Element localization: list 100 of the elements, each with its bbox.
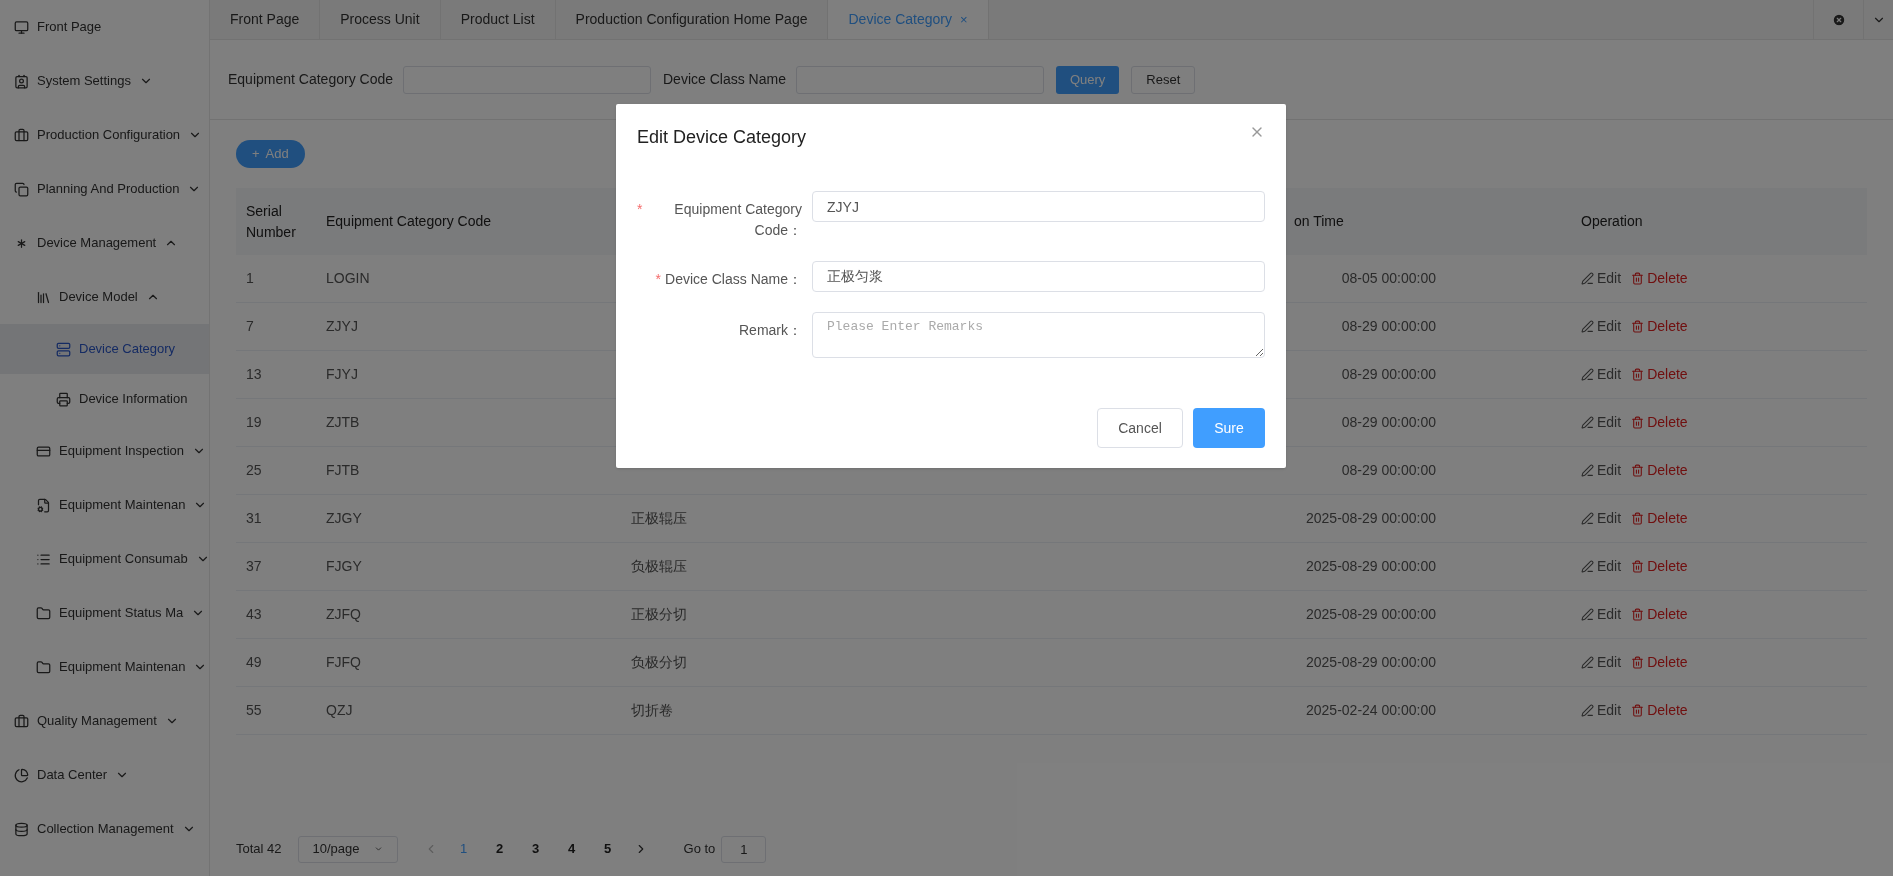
total-count: Total 42 — [236, 840, 282, 859]
required-mark: * — [655, 270, 662, 289]
sidebar-item[interactable]: Device Management — [0, 216, 209, 270]
edit-link[interactable]: Edit — [1581, 268, 1622, 289]
remark-field[interactable]: Please Enter Remarks — [812, 312, 1265, 358]
reset-button[interactable]: Reset — [1131, 65, 1196, 94]
table-cell-text: 08-29 00:00:00 — [1340, 413, 1436, 432]
delete-link[interactable]: Delete — [1631, 556, 1688, 577]
sidebar-item[interactable]: Equipment Consumab — [0, 532, 209, 586]
tab[interactable]: Front Page — [210, 0, 321, 39]
sidebar-item[interactable]: Quality Management — [0, 694, 209, 748]
sidebar-item[interactable]: Planning And Production — [0, 162, 209, 216]
sidebar-item[interactable]: Front Page — [0, 0, 209, 54]
edit-link[interactable]: Edit — [1581, 508, 1622, 529]
page-number[interactable]: 2 — [489, 839, 510, 859]
edit-link[interactable]: Edit — [1581, 604, 1622, 625]
card-icon — [36, 443, 51, 459]
tab-close[interactable]: × — [960, 9, 968, 30]
table-cell: 13 — [246, 366, 262, 382]
monitor-icon — [14, 19, 29, 35]
sidebar-item[interactable]: System Settings — [0, 54, 209, 108]
table-cell-text: 08-29 00:00:00 — [1340, 317, 1436, 336]
table-cell: LOGIN — [326, 270, 370, 286]
delete-link[interactable]: Delete — [1631, 412, 1688, 433]
add-button[interactable]: + Add — [236, 140, 305, 168]
table-cell: 31 — [246, 510, 262, 526]
sidebar-item[interactable]: Production Configuration — [0, 108, 209, 162]
tab[interactable]: Product List — [440, 0, 556, 39]
tab[interactable]: Process Unit — [320, 0, 441, 39]
list-icon — [36, 551, 51, 567]
pen-icon — [1581, 704, 1594, 717]
pen-icon — [1581, 608, 1594, 621]
table-cell: 43 — [246, 606, 262, 622]
close-circle-icon[interactable] — [1831, 12, 1846, 27]
edit-link[interactable]: Edit — [1581, 700, 1622, 721]
trash-icon — [1631, 560, 1645, 573]
table-cell-text: 08-05 00:00:00 — [1340, 269, 1436, 288]
table-cell: 7 — [246, 318, 254, 334]
trash-icon — [1631, 608, 1645, 621]
trash-icon — [1631, 656, 1645, 669]
sure-button[interactable]: Sure — [1193, 408, 1265, 448]
field-label: Remark： — [739, 321, 802, 340]
sidebar-item[interactable]: Equipment Maintenan — [0, 478, 209, 532]
edit-link[interactable]: Edit — [1581, 556, 1622, 577]
briefcase-icon — [14, 127, 29, 143]
table-cell-text: 08-29 00:00:00 — [1340, 365, 1436, 384]
table-cell: QZJ — [326, 702, 353, 718]
table-cell: ZJTB — [326, 414, 360, 430]
cancel-button[interactable]: Cancel — [1097, 408, 1183, 448]
delete-link[interactable]: Delete — [1631, 652, 1688, 673]
delete-link[interactable]: Delete — [1631, 508, 1688, 529]
delete-link[interactable]: Delete — [1631, 268, 1688, 289]
table-cell-text: 2025-08-29 00:00:00 — [1305, 605, 1436, 624]
trash-icon — [1631, 512, 1645, 525]
page-number[interactable]: 1 — [453, 839, 474, 859]
pen-icon — [1581, 512, 1594, 525]
input-field[interactable]: 正极匀浆 — [812, 261, 1265, 292]
delete-link[interactable]: Delete — [1631, 700, 1688, 721]
table-cell: 37 — [246, 558, 262, 574]
field-label: Equipment Category Code： — [673, 200, 802, 240]
sidebar-item[interactable]: Data Center — [0, 748, 209, 802]
goto-label: Go to — [683, 840, 716, 859]
required-mark: * — [637, 200, 643, 219]
edit-link[interactable]: Edit — [1581, 460, 1622, 481]
edit-link[interactable]: Edit — [1581, 652, 1622, 673]
database-icon — [14, 821, 29, 837]
table-cell: 负极分切 — [631, 654, 687, 670]
delete-link[interactable]: Delete — [1631, 364, 1688, 385]
sidebar-item[interactable]: Equipment Status Ma — [0, 586, 209, 640]
input-field[interactable]: ZJYJ — [812, 191, 1265, 222]
page-number[interactable]: 3 — [525, 839, 546, 859]
filter-label: Device Class Name — [663, 70, 786, 89]
sidebar-item[interactable]: Device Information — [0, 374, 209, 424]
edit-link[interactable]: Edit — [1581, 412, 1622, 433]
page-number[interactable]: 4 — [561, 839, 582, 859]
sidebar-item[interactable]: Equipment Inspection — [0, 424, 209, 478]
table-cell: FJYJ — [326, 366, 358, 382]
pen-icon — [1581, 320, 1594, 333]
table-cell: FJFQ — [326, 654, 361, 670]
tab[interactable]: Device Category × — [828, 0, 989, 39]
delete-link[interactable]: Delete — [1631, 460, 1688, 481]
sidebar-item[interactable]: Equipment Maintenan — [0, 640, 209, 694]
edit-link[interactable]: Edit — [1581, 316, 1622, 337]
table-cell: 55 — [246, 702, 262, 718]
table-cell: 切折卷 — [631, 702, 673, 718]
goto-input[interactable]: 1 — [721, 835, 767, 863]
table-cell: 负极辊压 — [631, 558, 687, 574]
sidebar-item[interactable]: Device Category — [0, 324, 209, 374]
trash-icon — [1631, 320, 1645, 333]
delete-link[interactable]: Delete — [1631, 604, 1688, 625]
page-size-select[interactable]: 10/page — [297, 835, 398, 863]
query-button[interactable]: Query — [1055, 65, 1120, 94]
delete-link[interactable]: Delete — [1631, 316, 1688, 337]
edit-link[interactable]: Edit — [1581, 364, 1622, 385]
pen-icon — [1581, 560, 1594, 573]
sidebar-item[interactable]: Collection Management — [0, 802, 209, 856]
sidebar-item[interactable]: Device Model — [0, 270, 209, 324]
table-cell: 19 — [246, 414, 262, 430]
page-number[interactable]: 5 — [597, 839, 618, 859]
server-icon — [56, 341, 71, 357]
